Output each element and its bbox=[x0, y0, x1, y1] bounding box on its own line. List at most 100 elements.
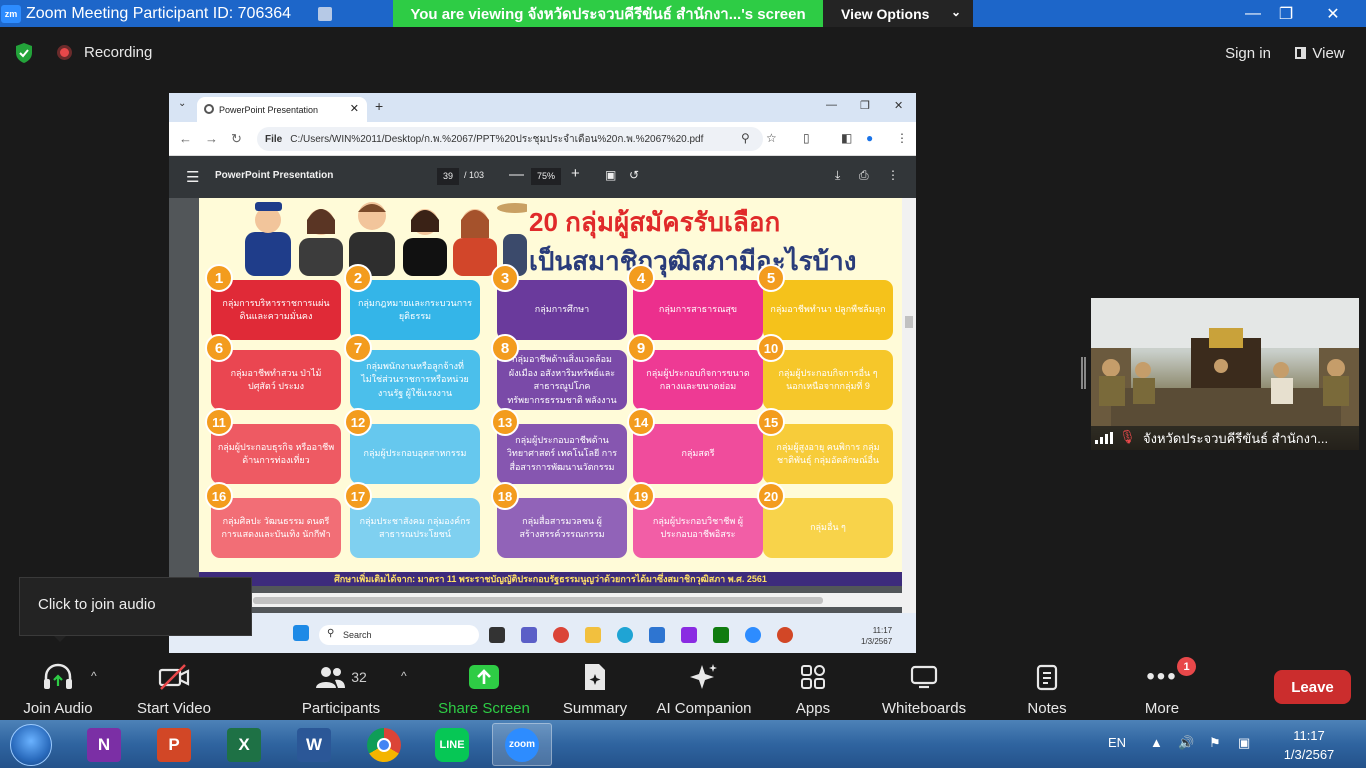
system-clock[interactable]: 11:17 1/3/2567 bbox=[1277, 726, 1341, 764]
tray-expand-icon[interactable]: ▲ bbox=[1150, 735, 1163, 750]
zoom-in-button[interactable]: + bbox=[571, 165, 580, 182]
zoom-magnifier-icon[interactable]: ⚲ bbox=[741, 131, 750, 145]
viewing-screen-banner: You are viewing จังหวัดประจวบคีรีขันธ์ ส… bbox=[393, 0, 823, 27]
remote-store-icon[interactable] bbox=[649, 627, 665, 643]
zoom-icon-letter: zoom bbox=[508, 739, 536, 750]
language-indicator[interactable]: EN bbox=[1108, 735, 1126, 750]
hamburger-menu-icon[interactable]: ☰ bbox=[186, 168, 199, 186]
remote-teams-icon[interactable] bbox=[521, 627, 537, 643]
taskbar-word-button[interactable]: W bbox=[284, 723, 344, 766]
onenote-icon: N bbox=[87, 727, 121, 762]
slide-footer-note: ศึกษาเพิ่มเติมได้จาก: มาตรา 11 พระราชบัญ… bbox=[199, 572, 902, 586]
url-field[interactable]: File C:/Users/WIN%2011/Desktop/ก.พ.%2067… bbox=[257, 127, 763, 151]
recording-label: Recording bbox=[84, 44, 153, 61]
tab-search-icon[interactable]: ⌄ bbox=[178, 98, 186, 109]
zoom-out-button[interactable]: — bbox=[509, 166, 524, 183]
remote-xbox-icon[interactable] bbox=[713, 627, 729, 643]
group-number-badge: 15 bbox=[757, 408, 785, 436]
notes-button[interactable]: Notes bbox=[1020, 655, 1074, 720]
hscroll-thumb[interactable] bbox=[253, 597, 823, 604]
onenote-icon-letter: N bbox=[97, 734, 111, 754]
profile-icon[interactable]: ● bbox=[866, 131, 873, 145]
participants-caret-icon[interactable]: ^ bbox=[401, 669, 407, 683]
group-card-label: กลุ่มอื่น ๆ bbox=[810, 522, 846, 533]
taskbar-excel-button[interactable]: X bbox=[214, 723, 274, 766]
taskbar-onenote-button[interactable]: N bbox=[74, 723, 134, 766]
share-screen-button[interactable]: Share Screen bbox=[436, 655, 532, 720]
taskbar-line-button[interactable]: LINE bbox=[422, 723, 482, 766]
remote-taskview-icon[interactable] bbox=[489, 627, 505, 643]
remote-app-icon[interactable] bbox=[681, 627, 697, 643]
sidepanel-icon[interactable]: ◧ bbox=[841, 131, 852, 145]
join-audio-button[interactable]: Join Audio bbox=[14, 655, 102, 720]
remote-start-icon[interactable] bbox=[293, 625, 309, 641]
ai-sparkle-icon bbox=[690, 664, 717, 689]
close-button[interactable]: ✕ bbox=[1313, 0, 1353, 27]
pdf-vertical-scrollbar[interactable] bbox=[902, 198, 916, 613]
pdf-horizontal-scrollbar[interactable] bbox=[169, 593, 902, 607]
group-number-badge: 14 bbox=[627, 408, 655, 436]
print-icon[interactable]: ⎙ bbox=[859, 168, 869, 183]
sign-in-button[interactable]: Sign in bbox=[1214, 39, 1282, 67]
bookmark-star-icon[interactable]: ☆ bbox=[766, 131, 777, 145]
browser-minimize-icon[interactable]: — bbox=[826, 99, 837, 111]
browser-close-icon[interactable]: ✕ bbox=[894, 99, 903, 112]
audio-options-caret-icon[interactable]: ^ bbox=[91, 669, 97, 683]
group-card-label: กลุ่มอาชีพทำสวน ป่าไม้ ปศุสัตว์ ประมง bbox=[230, 367, 322, 392]
remote-explorer-icon[interactable] bbox=[585, 627, 601, 643]
participants-count: 32 bbox=[351, 669, 367, 685]
chrome-icon bbox=[367, 727, 401, 762]
taskbar-powerpoint-button[interactable]: P bbox=[144, 723, 204, 766]
group-card: กลุ่มผู้ประกอบอาชีพด้านวิทยาศาสตร์ เทคโน… bbox=[497, 424, 627, 484]
summary-button[interactable]: Summary bbox=[558, 655, 632, 720]
participant-video[interactable]: 🎙 จังหวัดประจวบคีรีขันธ์ สำนักงา... bbox=[1091, 298, 1359, 450]
browser-tab[interactable]: PowerPoint Presentation ✕ bbox=[197, 97, 367, 122]
browser-restore-icon[interactable]: ❐ bbox=[860, 99, 870, 112]
remote-clock: 11:17 1/3/2567 bbox=[861, 625, 892, 647]
windows-start-button[interactable] bbox=[10, 724, 52, 766]
zoom-level-input[interactable]: 75% bbox=[531, 168, 561, 185]
rotate-icon[interactable]: ↺ bbox=[629, 168, 639, 182]
powerpoint-icon: P bbox=[157, 727, 191, 762]
leave-button[interactable]: Leave bbox=[1274, 670, 1351, 704]
whiteboards-button[interactable]: Whiteboards bbox=[874, 655, 974, 720]
start-video-button[interactable]: Start Video bbox=[130, 655, 218, 720]
restore-button[interactable]: ❐ bbox=[1266, 0, 1306, 27]
excel-icon-letter: X bbox=[238, 734, 250, 754]
page-number-input[interactable]: 39 bbox=[437, 168, 459, 185]
reload-icon[interactable]: ↻ bbox=[231, 131, 242, 147]
forward-arrow-icon[interactable]: → bbox=[205, 131, 218, 146]
participants-button[interactable]: 32 Participants bbox=[296, 655, 386, 720]
remote-edge-icon[interactable] bbox=[617, 627, 633, 643]
remote-zoom-icon[interactable] bbox=[745, 627, 761, 643]
taskbar-chrome-button[interactable] bbox=[354, 723, 414, 766]
download-icon[interactable]: ⤓ bbox=[835, 168, 840, 183]
system-date: 1/3/2567 bbox=[1283, 747, 1335, 762]
group-card-label: กลุ่มกฎหมายและกระบวนการยุติธรรม bbox=[357, 297, 473, 322]
browser-menu-icon[interactable]: ⋮ bbox=[896, 131, 908, 145]
tab-close-icon[interactable]: ✕ bbox=[350, 102, 359, 115]
remote-search-box[interactable]: ⚲ Search bbox=[319, 625, 479, 645]
group-number-badge: 19 bbox=[627, 482, 655, 510]
group-card: กลุ่มการสาธารณสุข bbox=[633, 280, 763, 340]
action-center-flag-icon[interactable]: ⚑ bbox=[1209, 735, 1221, 751]
fit-page-icon[interactable]: ▣ bbox=[605, 168, 616, 182]
group-card-label: กลุ่มอาชีพทำนา ปลูกพืชล้มลุก bbox=[770, 304, 886, 315]
volume-icon[interactable]: 🔊 bbox=[1178, 735, 1194, 751]
view-options-button[interactable]: View Options ⌄ bbox=[823, 0, 973, 27]
new-tab-button[interactable]: + bbox=[375, 98, 383, 114]
remote-powerpoint-icon[interactable] bbox=[777, 627, 793, 643]
extensions-icon[interactable]: ▯ bbox=[803, 131, 810, 145]
remote-chrome-icon[interactable] bbox=[553, 627, 569, 643]
panel-resize-handle[interactable] bbox=[1081, 357, 1086, 389]
back-arrow-icon[interactable]: ← bbox=[179, 131, 192, 146]
security-shield-icon[interactable] bbox=[14, 42, 34, 64]
taskbar-zoom-button[interactable]: zoom bbox=[492, 723, 552, 766]
scrollbar-thumb[interactable] bbox=[905, 316, 913, 328]
apps-button[interactable]: Apps bbox=[786, 655, 840, 720]
group-number-badge: 6 bbox=[205, 334, 233, 362]
ai-companion-button[interactable]: AI Companion bbox=[652, 655, 756, 720]
more-options-icon[interactable]: ⋮ bbox=[887, 168, 899, 182]
network-icon[interactable]: ▣ bbox=[1238, 735, 1250, 751]
view-button[interactable]: View bbox=[1288, 39, 1352, 67]
